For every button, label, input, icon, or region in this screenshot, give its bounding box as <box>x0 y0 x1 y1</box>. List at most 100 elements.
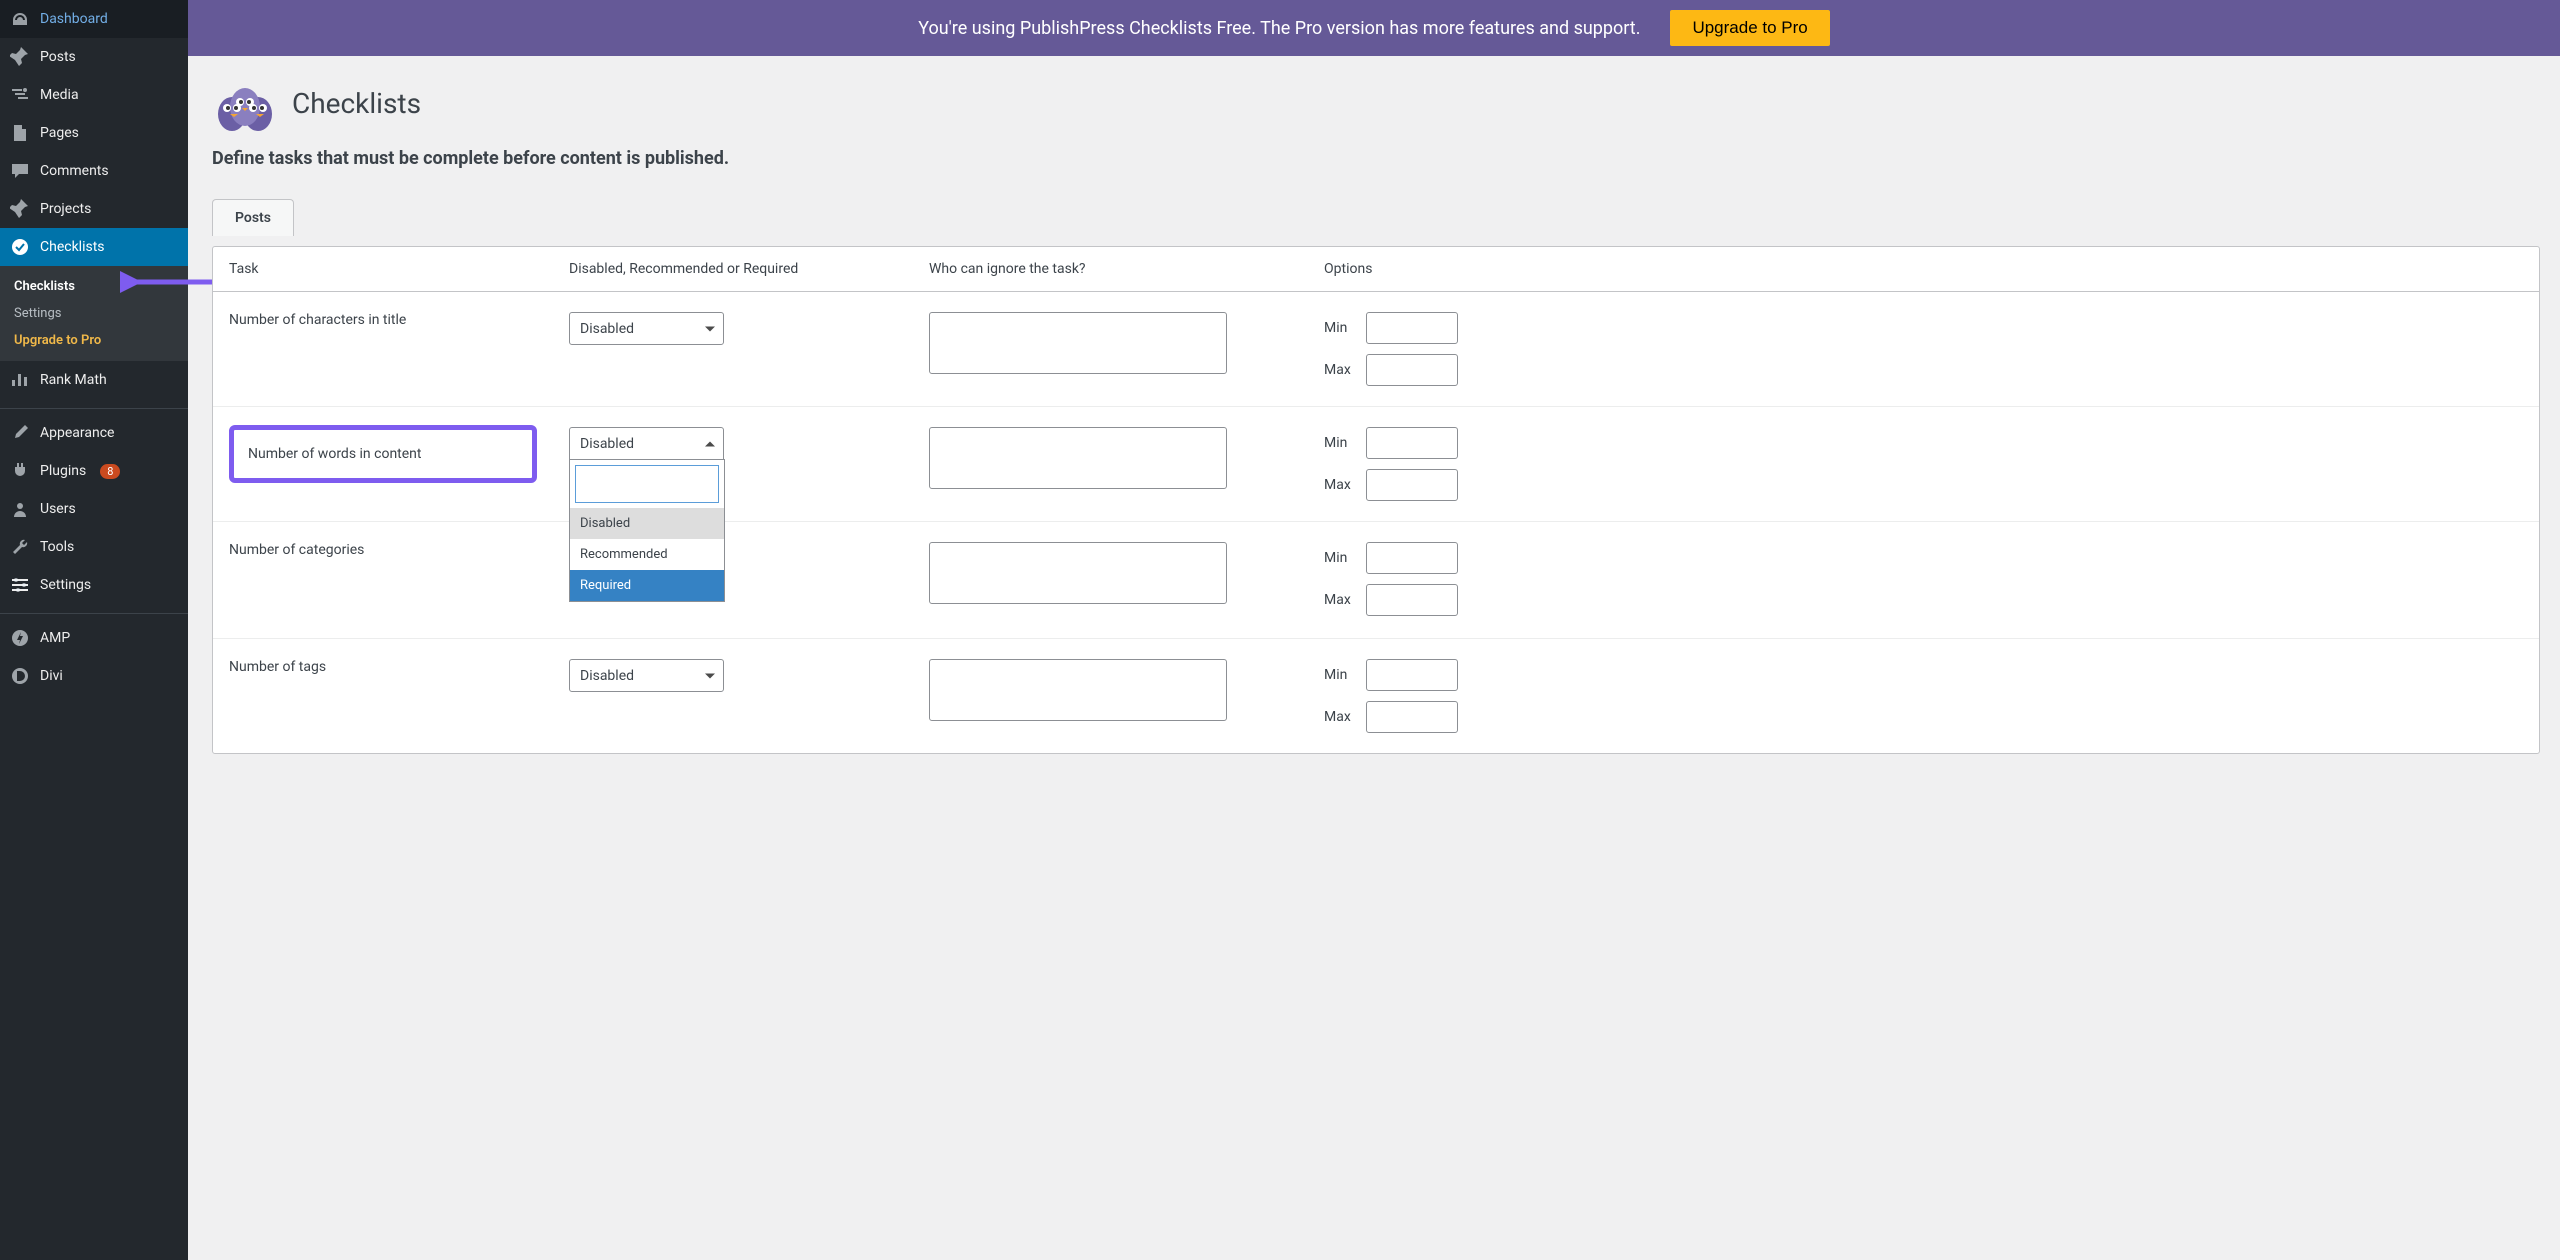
sliders-icon <box>10 575 30 595</box>
submenu-item-upgrade[interactable]: Upgrade to Pro <box>0 327 188 354</box>
min-input[interactable] <box>1366 312 1458 344</box>
status-select[interactable]: Disabled <box>569 312 724 345</box>
menu-separator <box>0 609 188 614</box>
submenu-item-checklists[interactable]: Checklists <box>0 273 188 300</box>
max-input[interactable] <box>1366 584 1458 616</box>
table-row: Number of words in content Disabled Disa… <box>213 407 2539 522</box>
col-header-task: Task <box>213 247 553 291</box>
check-circle-icon <box>10 237 30 257</box>
pin-icon <box>10 199 30 219</box>
ignore-roles-multiselect[interactable] <box>929 659 1227 721</box>
status-option-required[interactable]: Required <box>570 570 724 601</box>
sidebar-item-label: Divi <box>40 668 63 684</box>
max-label: Max <box>1324 592 1356 608</box>
min-input[interactable] <box>1366 542 1458 574</box>
chart-icon <box>10 370 30 390</box>
media-icon <box>10 85 30 105</box>
max-input[interactable] <box>1366 354 1458 386</box>
chevron-down-icon <box>705 673 715 678</box>
banner-text: You're using PublishPress Checklists Fre… <box>918 18 1640 39</box>
dropdown-search-input[interactable] <box>575 465 719 503</box>
status-dropdown: Disabled Recommended Required <box>569 459 725 602</box>
sidebar-item-projects[interactable]: Projects <box>0 190 188 228</box>
amp-icon <box>10 628 30 648</box>
sidebar-item-label: Checklists <box>40 239 105 255</box>
status-option-disabled[interactable]: Disabled <box>570 508 724 539</box>
status-select[interactable]: Disabled Disabled Recommended Required <box>569 427 724 460</box>
sidebar-item-appearance[interactable]: Appearance <box>0 414 188 452</box>
status-option-recommended[interactable]: Recommended <box>570 539 724 570</box>
user-icon <box>10 499 30 519</box>
sidebar-item-media[interactable]: Media <box>0 76 188 114</box>
chevron-up-icon <box>705 441 715 446</box>
min-label: Min <box>1324 435 1356 451</box>
col-header-options: Options <box>1308 247 2539 291</box>
sidebar-item-amp[interactable]: AMP <box>0 619 188 657</box>
ignore-roles-multiselect[interactable] <box>929 427 1227 489</box>
min-input[interactable] <box>1366 427 1458 459</box>
task-name: Number of categories <box>229 542 364 558</box>
sidebar-item-label: Settings <box>40 577 91 593</box>
min-input[interactable] <box>1366 659 1458 691</box>
table-row: Number of tags Disabled Min Max <box>213 639 2539 753</box>
status-select[interactable]: Disabled <box>569 659 724 692</box>
page-title: Checklists <box>292 87 421 120</box>
col-header-ignore: Who can ignore the task? <box>913 247 1308 291</box>
plug-icon <box>10 461 30 481</box>
sidebar-item-divi[interactable]: Divi <box>0 657 188 695</box>
update-count-badge: 8 <box>100 464 120 479</box>
highlighted-task: Number of words in content <box>229 425 537 483</box>
min-label: Min <box>1324 320 1356 336</box>
sidebar-item-label: Dashboard <box>40 11 108 27</box>
ignore-roles-multiselect[interactable] <box>929 312 1227 374</box>
task-name: Number of words in content <box>248 446 422 462</box>
divi-icon <box>10 666 30 686</box>
comment-icon <box>10 161 30 181</box>
sidebar-item-label: Comments <box>40 163 109 179</box>
sidebar-item-plugins[interactable]: Plugins 8 <box>0 452 188 490</box>
col-header-status: Disabled, Recommended or Required <box>553 247 913 291</box>
sidebar-item-comments[interactable]: Comments <box>0 152 188 190</box>
wrench-icon <box>10 537 30 557</box>
page-icon <box>10 123 30 143</box>
sidebar-item-pages[interactable]: Pages <box>0 114 188 152</box>
sidebar-item-label: Appearance <box>40 425 114 441</box>
ignore-roles-multiselect[interactable] <box>929 542 1227 604</box>
sidebar-item-label: Users <box>40 501 76 517</box>
sidebar-item-label: Tools <box>40 539 74 555</box>
sidebar-item-rankmath[interactable]: Rank Math <box>0 361 188 399</box>
tab-posts[interactable]: Posts <box>212 199 294 236</box>
submenu-item-settings[interactable]: Settings <box>0 300 188 327</box>
sidebar-item-dashboard[interactable]: Dashboard <box>0 0 188 38</box>
dashboard-icon <box>10 9 30 29</box>
max-input[interactable] <box>1366 701 1458 733</box>
sidebar-item-settings[interactable]: Settings <box>0 566 188 604</box>
sidebar-item-users[interactable]: Users <box>0 490 188 528</box>
sidebar-item-checklists[interactable]: Checklists <box>0 228 188 266</box>
chevron-down-icon <box>705 326 715 331</box>
min-label: Min <box>1324 667 1356 683</box>
pin-icon <box>10 47 30 67</box>
upgrade-banner: You're using PublishPress Checklists Fre… <box>188 0 2560 56</box>
sidebar-item-label: AMP <box>40 630 70 646</box>
table-row: Number of categories Min Max <box>213 522 2539 639</box>
brush-icon <box>10 423 30 443</box>
sidebar-item-tools[interactable]: Tools <box>0 528 188 566</box>
max-input[interactable] <box>1366 469 1458 501</box>
max-label: Max <box>1324 362 1356 378</box>
sidebar-item-label: Media <box>40 87 79 103</box>
plugin-logo <box>212 72 278 134</box>
sidebar-item-label: Plugins <box>40 463 86 479</box>
task-name: Number of tags <box>229 659 326 675</box>
max-label: Max <box>1324 477 1356 493</box>
sidebar-item-posts[interactable]: Posts <box>0 38 188 76</box>
sidebar-item-label: Projects <box>40 201 91 217</box>
sidebar-submenu: Checklists Settings Upgrade to Pro <box>0 266 188 361</box>
sidebar-item-label: Posts <box>40 49 76 65</box>
max-label: Max <box>1324 709 1356 725</box>
upgrade-to-pro-button[interactable]: Upgrade to Pro <box>1670 10 1829 46</box>
task-name: Number of characters in title <box>229 312 406 328</box>
checklists-table: Task Disabled, Recommended or Required W… <box>212 246 2540 754</box>
admin-sidebar: Dashboard Posts Media Pages Comments Pro… <box>0 0 188 1260</box>
table-row: Number of characters in title Disabled M… <box>213 292 2539 407</box>
